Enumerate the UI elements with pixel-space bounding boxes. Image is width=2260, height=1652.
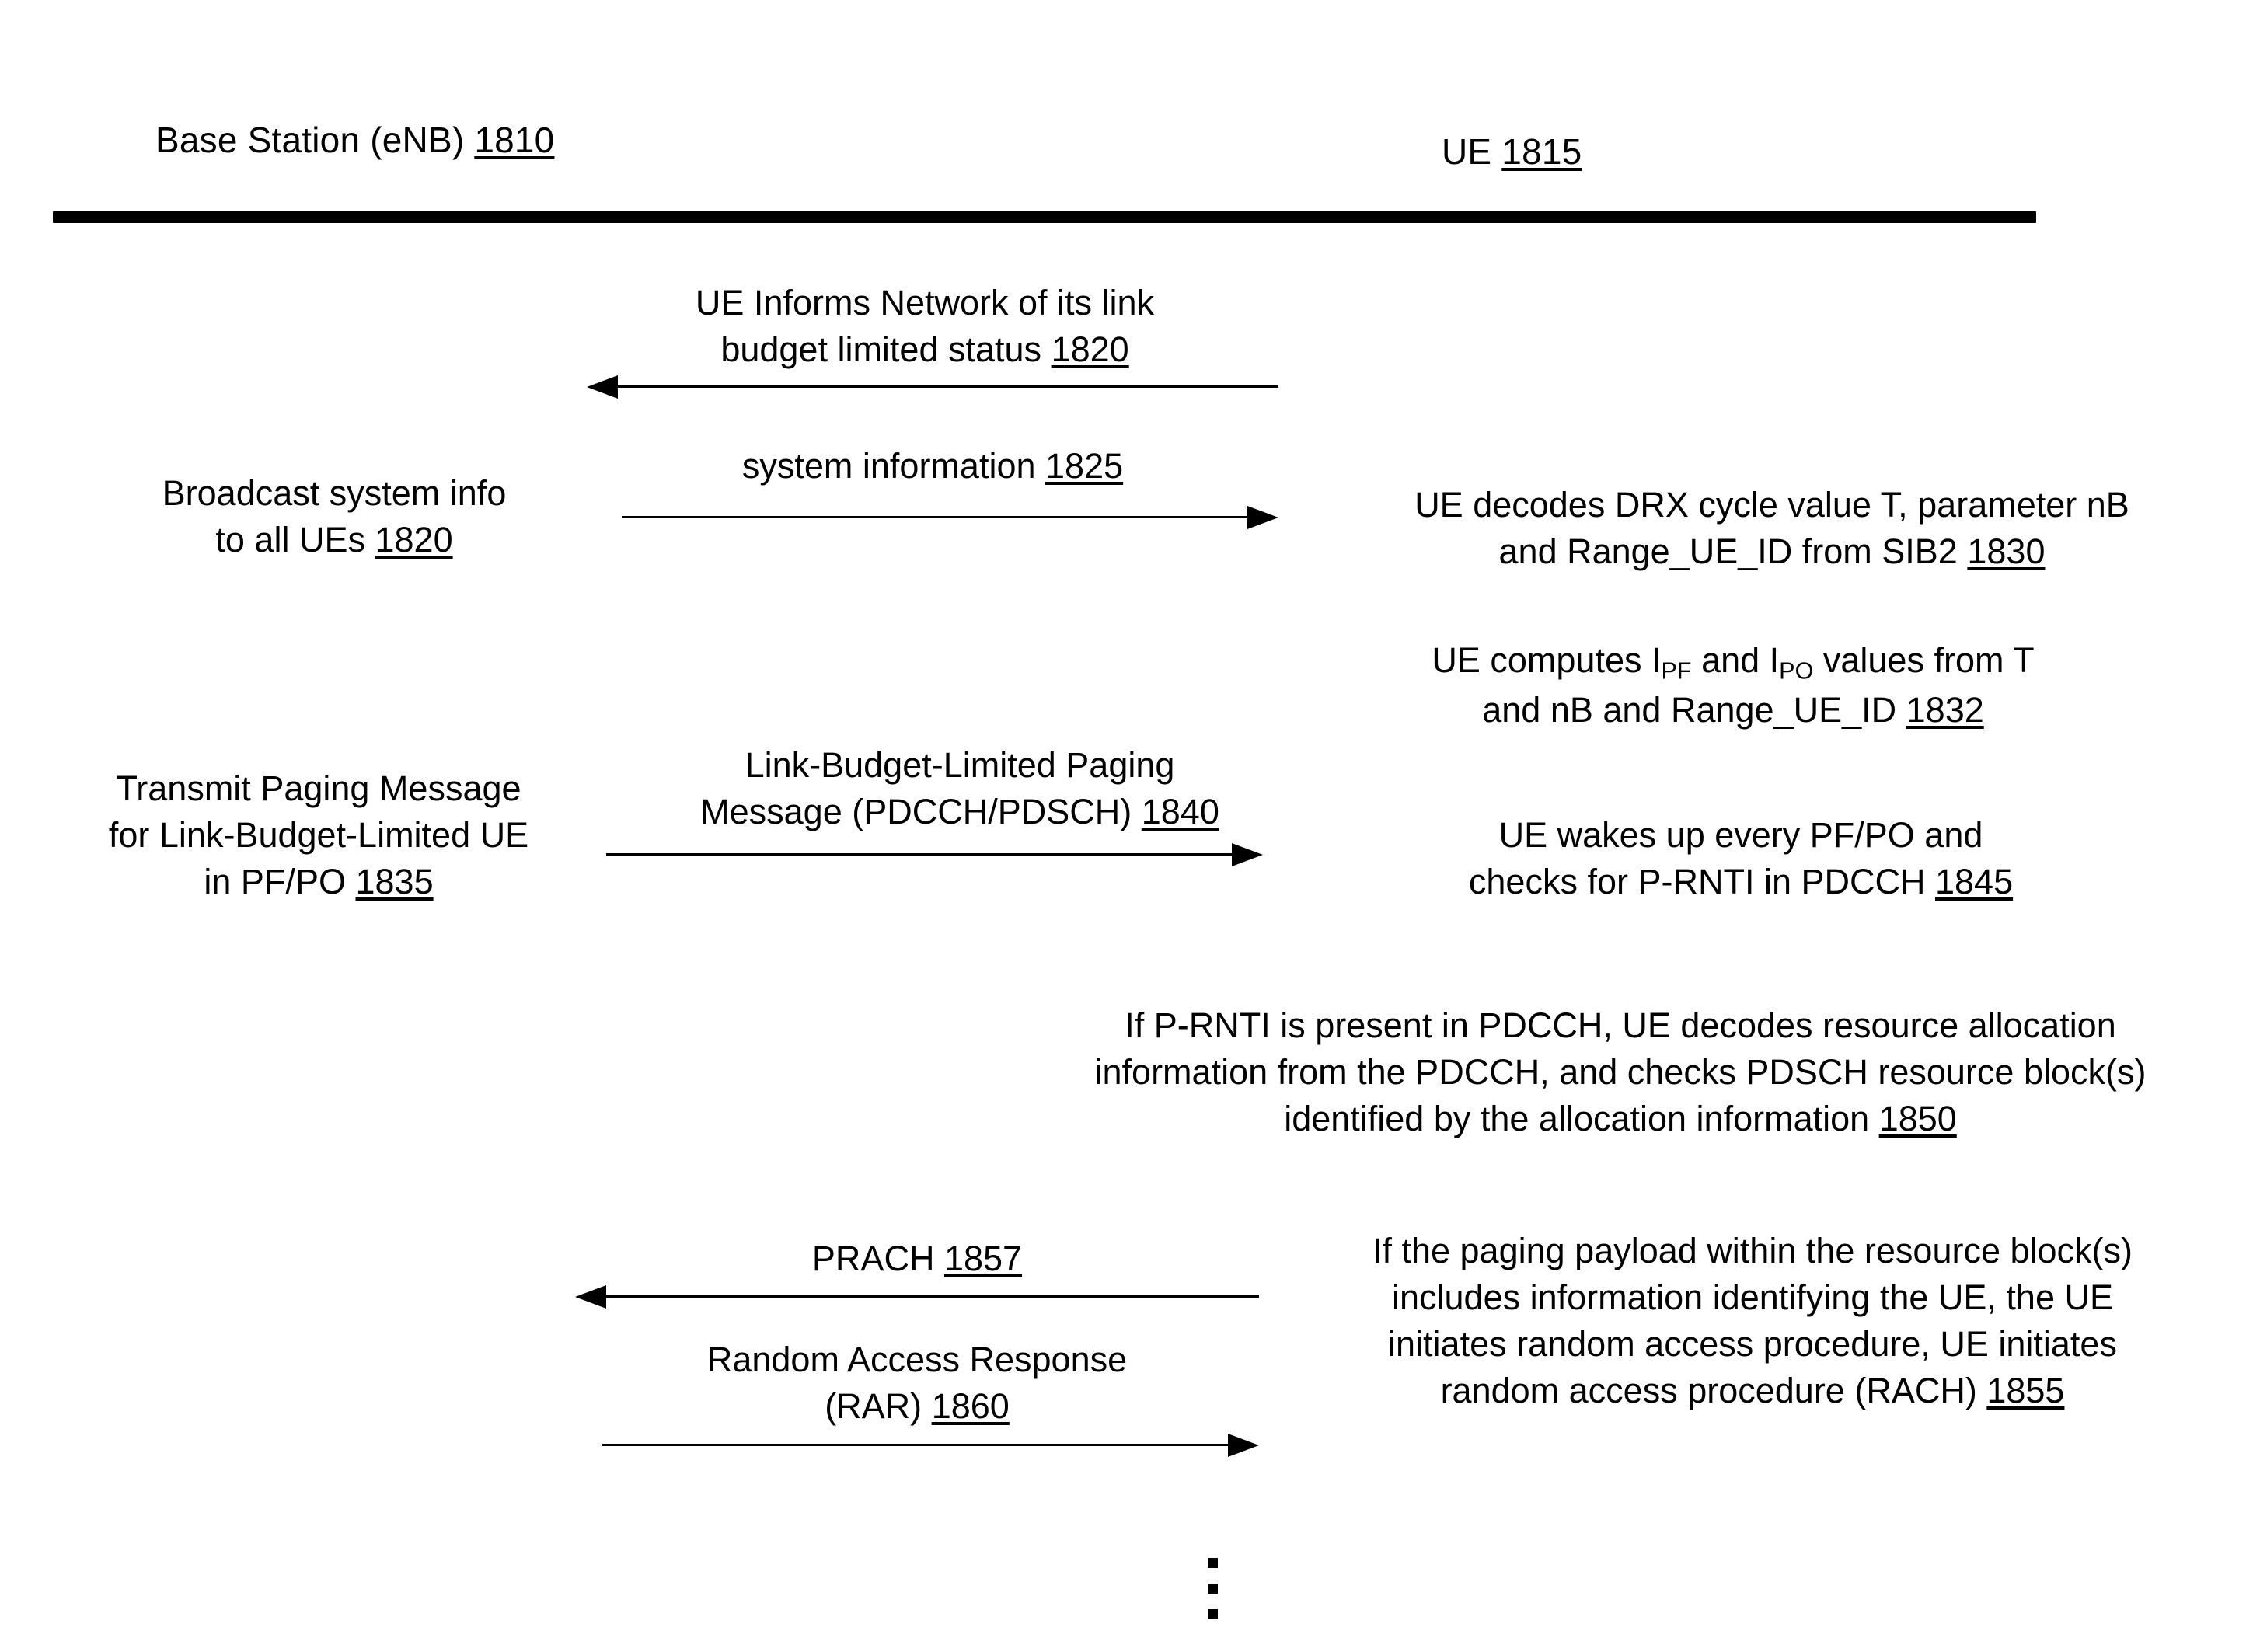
note-transmit-paging-message: Transmit Paging Message for Link-Budget-… — [47, 765, 591, 905]
arrowhead-left-icon — [587, 375, 618, 399]
note-text-line2: and nB and Range_UE_ID — [1482, 690, 1897, 730]
vertical-ellipsis-icon — [1208, 1558, 1218, 1619]
message-ref: 1820 — [1051, 329, 1129, 369]
message-label-line1: Random Access Response — [706, 1340, 1128, 1379]
note-ue-computes-ipf-ipo: UE computes IPF and IPO values from T and… — [1321, 637, 2145, 734]
arrow-prach — [575, 1283, 1259, 1309]
actor-ue-label: UE — [1442, 131, 1492, 172]
actor-ue-header: UE 1815 — [1442, 131, 1582, 173]
message-ref: 1825 — [1045, 446, 1124, 486]
message-ref: 1860 — [931, 1385, 1010, 1426]
arrow-link-budget-limited-paging — [606, 841, 1263, 867]
ellipsis-dot — [1208, 1609, 1218, 1619]
lifeline-bar — [53, 211, 2036, 223]
figure-canvas: Base Station (eNB) 1810 UE 1815 UE Infor… — [0, 0, 2260, 1652]
note-ref: 1850 — [1878, 1098, 1957, 1138]
note-broadcast-system-info: Broadcast system info to all UEs 1820 — [85, 470, 583, 563]
note-text-mid: and I — [1691, 640, 1780, 680]
ellipsis-dot — [1208, 1584, 1218, 1594]
note-text: UE wakes up every PF/PO and checks for P… — [1468, 815, 1983, 901]
note-ref: 1820 — [375, 519, 453, 559]
note-ref: 1835 — [355, 861, 434, 901]
arrow-system-information — [622, 504, 1278, 530]
arrowhead-right-icon — [1232, 843, 1263, 866]
arrowhead-left-icon — [575, 1285, 606, 1309]
message-ref: 1840 — [1141, 791, 1219, 831]
message-system-information-label: system information 1825 — [606, 443, 1259, 490]
arrow-shaft — [602, 1444, 1229, 1446]
message-label-line1: system information — [741, 446, 1036, 486]
ellipsis-dot — [1208, 1558, 1218, 1568]
message-link-budget-limited-paging-label: Link-Budget-Limited Paging Message (PDCCH… — [614, 742, 1306, 835]
note-text: If P-RNTI is present in PDCCH, UE decode… — [1094, 1005, 2147, 1138]
note-ref: 1845 — [1935, 861, 2014, 901]
arrow-shaft — [622, 516, 1249, 518]
note-p-rnti-present: If P-RNTI is present in PDCCH, UE decode… — [1003, 1002, 2238, 1142]
actor-base-station-ref: 1810 — [474, 120, 555, 160]
arrow-random-access-response — [602, 1431, 1259, 1458]
note-text-pre: UE computes I — [1432, 640, 1662, 680]
actor-base-station-label: Base Station (eNB) — [155, 120, 465, 160]
message-label-line1: UE Informs Network of its link — [695, 283, 1155, 322]
message-ue-informs-network-label: UE Informs Network of its link budget lim… — [544, 280, 1306, 373]
note-text-post: values from T — [1813, 640, 2035, 680]
arrow-shaft — [606, 853, 1233, 856]
arrow-shaft — [616, 385, 1278, 388]
note-text: Broadcast system info to all UEs — [162, 473, 507, 559]
actor-ue-ref: 1815 — [1501, 131, 1582, 172]
note-ref: 1830 — [1967, 531, 2046, 571]
message-label-line2: budget limited status — [720, 329, 1042, 369]
arrowhead-right-icon — [1228, 1434, 1259, 1457]
arrowhead-right-icon — [1247, 506, 1278, 529]
arrow-shaft — [605, 1295, 1259, 1298]
note-ref: 1855 — [1986, 1370, 2065, 1410]
subscript-po: PO — [1779, 657, 1814, 685]
note-ue-decodes-drx: UE decodes DRX cycle value T, parameter … — [1321, 482, 2223, 575]
subscript-pf: PF — [1661, 657, 1692, 685]
actor-base-station-header: Base Station (eNB) 1810 — [155, 120, 554, 161]
message-label-line2: (RAR) — [825, 1385, 922, 1426]
note-ref: 1832 — [1906, 690, 1984, 730]
arrow-ue-informs-network — [587, 373, 1278, 399]
message-label-line1: PRACH — [811, 1239, 935, 1278]
message-random-access-response-label: Random Access Response (RAR) 1860 — [575, 1337, 1259, 1430]
message-label-line2: Message (PDCCH/PDSCH) — [700, 791, 1132, 831]
message-prach-label: PRACH 1857 — [575, 1236, 1259, 1282]
note-paging-payload-rach: If the paging payload within the resourc… — [1259, 1228, 2246, 1413]
note-ue-wakes-up: UE wakes up every PF/PO and checks for P… — [1313, 812, 2168, 905]
message-label-line1: Link-Budget-Limited Paging — [745, 745, 1175, 785]
message-ref: 1857 — [943, 1239, 1023, 1278]
note-text: Transmit Paging Message for Link-Budget-… — [108, 768, 529, 901]
